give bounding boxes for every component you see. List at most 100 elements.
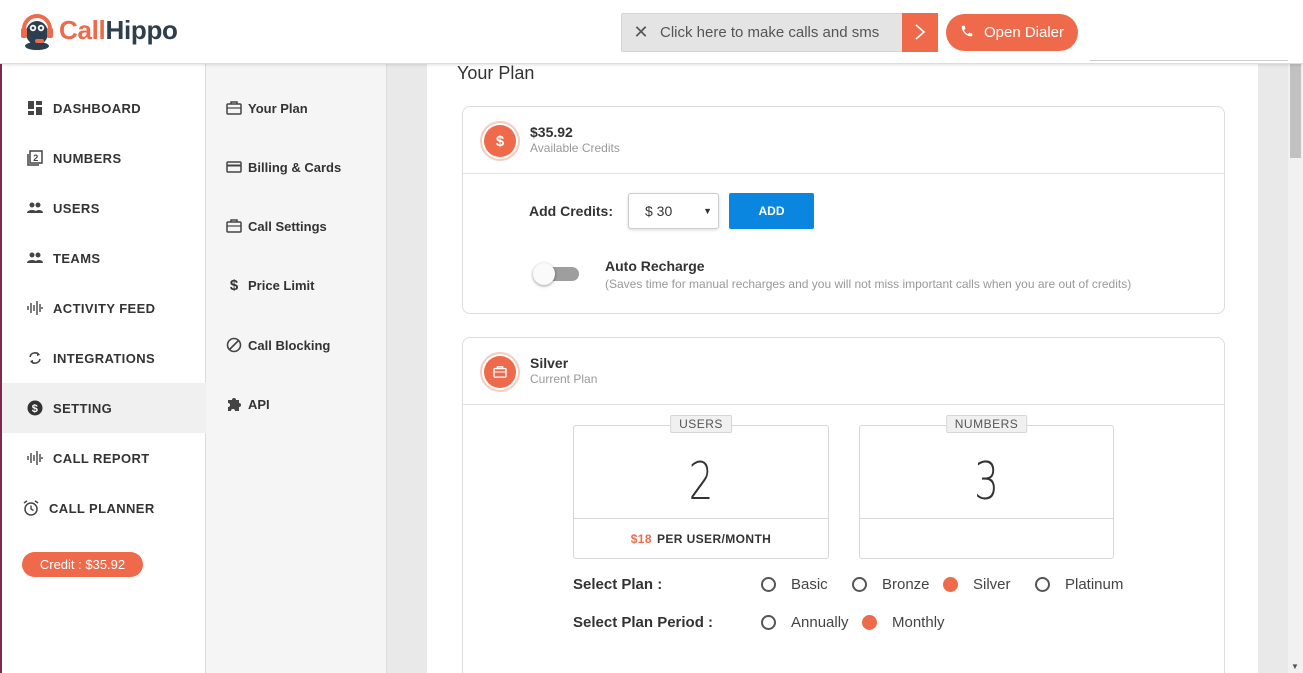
credits-panel-header: $ $35.92 Available Credits (463, 107, 1224, 174)
close-icon[interactable]: ✕ (622, 22, 660, 43)
hippo-logo-icon (18, 9, 56, 51)
sidebar-item-label: INTEGRATIONS (53, 350, 156, 366)
users-stat-box: USERS 2 $18 PER USER/MONTH (573, 415, 829, 559)
radio-dot (761, 577, 776, 592)
plan-option-label: Basic (791, 576, 828, 593)
sidebar-item-dashboard[interactable]: DASHBOARD (2, 83, 206, 133)
credits-icon: $ (480, 121, 520, 161)
radio-dot (862, 615, 877, 630)
users-icon (26, 199, 44, 217)
plan-option-label: Bronze (882, 576, 930, 593)
callhippo-logo[interactable]: CallHippo (18, 9, 178, 51)
radio-dot (761, 615, 776, 630)
radio-dot (852, 577, 867, 592)
sidebar-item-call-planner[interactable]: CALL PLANNER (2, 483, 206, 533)
scrollbar-thumb[interactable] (1290, 64, 1301, 158)
sidebar-item-label: TEAMS (53, 250, 101, 266)
subnav-item-call-settings[interactable]: Call Settings (226, 211, 327, 241)
sidebar-item-label: NUMBERS (53, 150, 122, 166)
plan-panel-header: Silver Current Plan (463, 338, 1224, 405)
sidebar-item-numbers[interactable]: 2 NUMBERS (2, 133, 206, 183)
logo-text-hippo: Hippo (105, 14, 178, 45)
activity-icon (26, 299, 44, 317)
briefcase-icon (226, 218, 242, 234)
subnav-item-label: Your Plan (248, 100, 308, 116)
subnav-item-price-limit[interactable]: $ Price Limit (226, 270, 315, 300)
current-plan-label: Current Plan (530, 372, 598, 386)
subnav-item-billing-cards[interactable]: Billing & Cards (226, 152, 341, 182)
make-calls-bar[interactable]: ✕ Click here to make calls and sms (621, 12, 938, 52)
block-icon (226, 337, 242, 353)
credit-amount-select[interactable]: $ 30 ▼ (628, 193, 719, 229)
radio-dot (1035, 577, 1050, 592)
open-dialer-label: Open Dialer (983, 24, 1065, 41)
subnav-item-call-blocking[interactable]: Call Blocking (226, 330, 330, 360)
top-header: CallHippo ✕ Click here to make calls and… (0, 0, 1303, 64)
page-scrollbar[interactable]: ▼ (1288, 64, 1303, 673)
sidebar-item-teams[interactable]: TEAMS (2, 233, 206, 283)
plan-radio-basic[interactable]: Basic (761, 576, 828, 593)
users-count: 2 (688, 452, 714, 512)
current-plan-name: Silver (530, 355, 569, 371)
left-sidebar: DASHBOARD 2 NUMBERS USERS TEAMS ACTIVITY… (0, 64, 206, 673)
available-credits-amount: $35.92 (530, 124, 573, 140)
open-dialer-button[interactable]: Open Dialer (946, 14, 1078, 51)
period-option-label: Monthly (892, 614, 945, 631)
numbers-stat-label: NUMBERS (945, 415, 1028, 433)
auto-recharge-title: Auto Recharge (605, 258, 705, 274)
plan-radio-silver[interactable]: Silver (943, 576, 1011, 593)
numbers-footer (860, 518, 1113, 559)
sidebar-item-label: ACTIVITY FEED (53, 300, 156, 316)
logo-text-call: Call (59, 14, 106, 45)
logo-text: CallHippo (59, 15, 178, 46)
report-icon (26, 449, 44, 467)
period-radio-annually[interactable]: Annually (761, 614, 849, 631)
numbers-icon: 2 (26, 149, 44, 167)
alarm-icon (22, 499, 40, 517)
caret-down-icon: ▼ (703, 206, 712, 216)
card-icon (226, 159, 242, 175)
plan-icon (480, 352, 520, 392)
sidebar-item-users[interactable]: USERS (2, 183, 206, 233)
users-price-suffix: PER USER/MONTH (656, 532, 772, 546)
dashboard-icon (26, 99, 44, 117)
select-plan-label: Select Plan : (573, 576, 663, 593)
select-plan-period-label: Select Plan Period : (573, 614, 714, 631)
svg-text:$: $ (32, 403, 39, 415)
header-divider (1090, 60, 1288, 61)
plan-option-label: Platinum (1065, 576, 1124, 593)
add-credits-label: Add Credits: (529, 203, 613, 219)
subnav-item-your-plan[interactable]: Your Plan (226, 93, 308, 123)
phone-icon (960, 24, 974, 42)
svg-text:2: 2 (33, 153, 38, 163)
subnav-item-label: Call Settings (248, 218, 327, 234)
numbers-count: 3 (974, 452, 999, 512)
chevron-right-icon[interactable] (902, 12, 938, 52)
sidebar-item-integrations[interactable]: INTEGRATIONS (2, 333, 206, 383)
subnav-item-api[interactable]: API (226, 389, 270, 419)
sidebar-item-label: DASHBOARD (53, 100, 142, 116)
subnav-item-label: Price Limit (248, 277, 315, 293)
make-calls-text: Click here to make calls and sms (660, 24, 880, 41)
plan-radio-platinum[interactable]: Platinum (1035, 576, 1123, 593)
dollar-icon: $ (26, 399, 44, 417)
settings-subnav: Your Plan Billing & Cards Call Settings … (206, 64, 387, 673)
users-price: $18 (630, 532, 652, 546)
page-title: Your Plan (457, 63, 535, 83)
available-credits-label: Available Credits (530, 141, 620, 155)
credit-badge[interactable]: Credit : $35.92 (22, 552, 143, 577)
plan-radio-bronze[interactable]: Bronze (852, 576, 930, 593)
period-radio-monthly[interactable]: Monthly (862, 614, 945, 631)
sidebar-item-label: CALL REPORT (53, 450, 150, 466)
sidebar-item-setting[interactable]: $ SETTING (2, 383, 206, 433)
sync-icon (26, 349, 44, 367)
sidebar-item-label: CALL PLANNER (49, 500, 155, 516)
subnav-item-label: API (248, 396, 270, 412)
add-credits-button[interactable]: ADD (729, 193, 814, 229)
scroll-down-arrow-icon[interactable]: ▼ (1291, 662, 1299, 671)
plan-option-label: Silver (973, 576, 1011, 593)
sidebar-item-call-report[interactable]: CALL REPORT (2, 433, 206, 483)
sidebar-item-activity-feed[interactable]: ACTIVITY FEED (2, 283, 206, 333)
radio-dot (943, 577, 958, 592)
auto-recharge-toggle[interactable] (533, 262, 579, 286)
